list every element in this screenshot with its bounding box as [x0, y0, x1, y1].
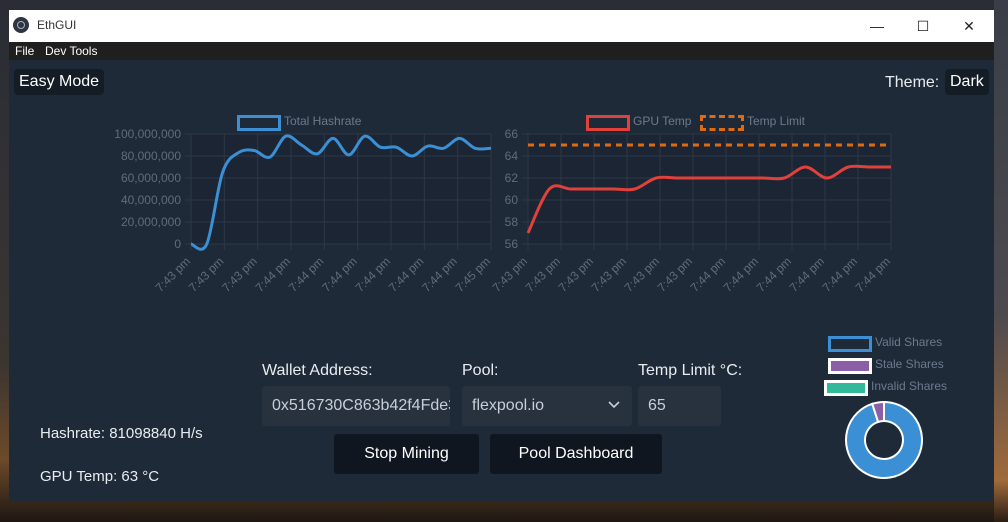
menu-file[interactable]: File	[15, 44, 34, 58]
x-tick-label: 7:44 pm	[787, 254, 828, 295]
close-button[interactable]: ✕	[946, 10, 992, 42]
y-tick-label: 60,000,000	[121, 171, 181, 185]
theme-toggle[interactable]: Dark	[945, 69, 989, 95]
x-tick-label: 7:44 pm	[286, 254, 327, 295]
temp-limit-input[interactable]: 65	[638, 386, 721, 426]
x-tick-label: 7:43 pm	[655, 254, 696, 295]
y-tick-label: 64	[505, 149, 519, 163]
plot-area	[191, 134, 491, 244]
y-tick-label: 62	[505, 171, 519, 185]
x-tick-label: 7:44 pm	[820, 254, 861, 295]
y-tick-label: 80,000,000	[121, 149, 181, 163]
y-tick-label: 60	[505, 193, 519, 207]
hashrate-readout: Hashrate: 81098840 H/s	[40, 425, 203, 442]
wallet-label: Wallet Address:	[262, 362, 373, 379]
easy-mode-button[interactable]: Easy Mode	[14, 69, 105, 95]
y-tick-label: 66	[505, 127, 519, 141]
app-icon	[13, 17, 29, 33]
x-tick-label: 7:43 pm	[622, 254, 663, 295]
y-tick-label: 40,000,000	[121, 193, 181, 207]
menu-bar: File Dev Tools	[9, 42, 994, 60]
temp-limit-label: Temp Limit °C:	[638, 362, 743, 379]
x-tick-label: 7:44 pm	[688, 254, 729, 295]
hashrate-chart: 0 20,000,000 40,000,000 60,000,000 80,000,00…	[114, 127, 493, 295]
gpu-temp-readout: GPU Temp: 63 °C	[40, 468, 160, 485]
main-content: Easy Mode Theme: Dark Total Hashrate GPU…	[9, 60, 994, 502]
x-tick-label: 7:43 pm	[219, 254, 260, 295]
legend-swatch-invalid	[824, 380, 868, 396]
pool-select[interactable]: flexpool.io	[462, 386, 632, 426]
y-tick-label: 58	[505, 215, 519, 229]
title-bar: EthGUI — ☐ ✕	[9, 10, 994, 42]
x-tick-label: 7:44 pm	[253, 254, 294, 295]
maximize-button[interactable]: ☐	[900, 10, 946, 42]
y-tick-label: 20,000,000	[121, 215, 181, 229]
legend-invalid-shares: Invalid Shares	[871, 379, 948, 393]
minimize-button[interactable]: —	[854, 10, 900, 42]
x-tick-label: 7:43 pm	[153, 254, 194, 295]
x-tick-label: 7:44 pm	[419, 254, 460, 295]
x-tick-label: 7:43 pm	[556, 254, 597, 295]
y-tick-label: 56	[505, 237, 519, 251]
stop-mining-button[interactable]: Stop Mining	[334, 434, 479, 474]
x-tick-label: 7:44 pm	[754, 254, 795, 295]
y-tick-label: 100,000,000	[114, 127, 181, 141]
legend-valid-shares: Valid Shares	[875, 335, 943, 349]
pool-select-value: flexpool.io	[472, 397, 545, 414]
window-title: EthGUI	[37, 18, 77, 32]
legend-swatch-valid	[828, 336, 872, 352]
x-tick-label: 7:43 pm	[186, 254, 227, 295]
x-tick-label: 7:44 pm	[853, 254, 894, 295]
desktop-background	[994, 0, 1008, 522]
menu-dev-tools[interactable]: Dev Tools	[45, 44, 97, 58]
y-tick-label: 0	[174, 237, 181, 251]
x-tick-label: 7:44 pm	[386, 254, 427, 295]
temp-chart: 5658606264667:43 pm7:43 pm7:43 pm7:43 pm…	[490, 127, 894, 295]
x-tick-label: 7:43 pm	[490, 254, 531, 295]
shares-doughnut	[845, 400, 923, 479]
chevron-down-icon	[608, 401, 620, 409]
x-tick-label: 7:44 pm	[319, 254, 360, 295]
theme-label: Theme:	[885, 74, 940, 91]
x-tick-label: 7:43 pm	[589, 254, 630, 295]
wallet-address-input[interactable]: 0x516730C863b42f4Fde3	[262, 386, 450, 426]
app-window: EthGUI — ☐ ✕ File Dev Tools Easy Mode Th…	[9, 10, 994, 502]
pool-dashboard-button[interactable]: Pool Dashboard	[490, 434, 662, 474]
x-tick-label: 7:44 pm	[721, 254, 762, 295]
legend-swatch-stale	[828, 358, 872, 374]
pool-label: Pool:	[462, 362, 499, 379]
x-tick-label: 7:43 pm	[523, 254, 564, 295]
legend-stale-shares: Stale Shares	[875, 357, 944, 371]
x-tick-label: 7:44 pm	[353, 254, 394, 295]
